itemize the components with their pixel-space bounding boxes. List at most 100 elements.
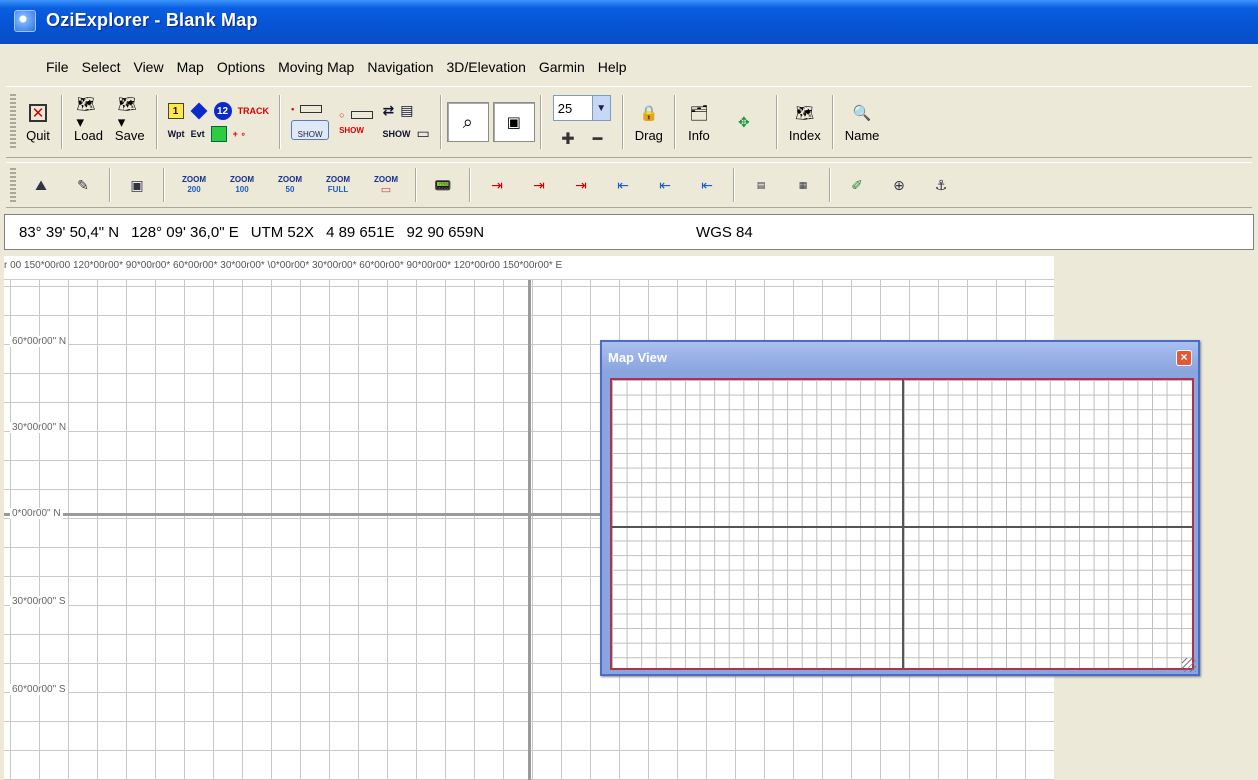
zoom-in-icon[interactable]: ✚ [561,129,574,149]
track-bar-icon[interactable] [300,105,323,113]
toolbar-separator [415,168,417,202]
gps-device-icon[interactable]: 📟 [431,174,455,196]
menu-select[interactable]: Select [82,59,121,75]
zoom-select[interactable]: 25 ▼ [552,95,611,121]
quit-button[interactable]: ✕ Quit [20,92,56,152]
menu-3d-elevation[interactable]: 3D/Elevation [446,59,525,75]
toolbar-separator [61,95,63,149]
point-bar-icon[interactable] [350,110,373,119]
window-title: OziExplorer - Blank Map [46,10,258,30]
find-button[interactable]: ⌕ [446,102,489,142]
load-button[interactable]: 🗺▾ Load [68,92,109,152]
toolbar-grip[interactable] [10,94,16,150]
coordinate-bar: 83° 39' 50,4" N 128° 09' 36,0" E UTM 52X… [4,214,1254,250]
lat-label-60n: 60*00r00" N [10,336,69,347]
map-view-titlebar[interactable]: Map View × [602,342,1198,372]
map-view-icon: ▣ [506,114,521,131]
zoom-rect-button[interactable]: ZOOM ▭ [362,175,410,196]
track-label[interactable]: TRACK [238,106,270,116]
save-label: Save [114,127,145,143]
secondary-toolbar: ⛰ ✎ ▣ ZOOM 200 ZOOM 100 ZOOM 50 ZOOM FULL ZO… [6,162,1252,208]
lat-label-0n: 0*00r00" N [10,508,63,519]
title-bar[interactable]: OziExplorer - Blank Map [0,0,1258,44]
latitude-readout: 83° 39' 50,4" N [19,223,120,241]
app-icon[interactable] [14,10,36,32]
map-view-canvas[interactable] [610,378,1194,670]
drag-button[interactable]: 🔒 Drag [629,92,669,152]
map-window-icon[interactable]: ▣ [125,174,149,196]
zoom-50-label: ZOOM [278,175,302,184]
zoom-value: 25 [557,100,573,116]
lat-label-30n: 30*00r00" N [10,422,69,433]
menu-file[interactable]: File [46,59,69,75]
crosshair-icon[interactable]: ⊕ [887,174,911,196]
save-button[interactable]: 🗺▾ Save [109,92,151,152]
zoom-50-button[interactable]: ZOOM 50 [266,175,314,195]
show-track-button[interactable]: SHOW [291,120,330,140]
route-edit-icon[interactable]: ▤ [400,102,413,119]
calibrate-icon[interactable]: ⛰ [29,174,53,196]
index-button[interactable]: 🗺 Index [783,92,827,152]
name-button[interactable]: 🔍 Name [839,92,886,152]
menu-view[interactable]: View [133,59,163,75]
toolbar-separator [673,95,676,149]
menu-moving-map[interactable]: Moving Map [278,59,354,75]
map-view-meridian [902,380,904,668]
wpt-label[interactable]: Wpt [168,129,185,139]
waypoint-icon[interactable]: 1 [167,103,184,119]
menu-map[interactable]: Map [177,59,204,75]
pan-button[interactable]: ✥ [717,92,771,152]
resize-grip-icon[interactable] [1182,658,1196,672]
info-label: Info [688,127,710,143]
gps-upload-tracks-icon[interactable]: ⇥ [569,174,593,196]
anchor-icon[interactable]: ⚓ [929,174,953,196]
toolbar-grip[interactable] [10,168,16,202]
zoom-100-button[interactable]: ZOOM 100 [218,175,266,195]
show-points-label[interactable]: SHOW [339,126,364,135]
nmea-sim-icon[interactable]: ▤ [749,174,773,196]
route-icon[interactable]: ⇄ [383,102,395,119]
zoom-200-button[interactable]: ZOOM 200 [170,175,218,195]
toolbar-separator [539,95,542,149]
map-view-equator [612,526,1192,528]
menu-bar: File Select View Map Options Moving Map … [0,52,1258,82]
track-point-icon[interactable]: + ∘ [233,129,246,140]
gps-download-routes-icon[interactable]: ⇤ [653,174,677,196]
info-icon: 🗂 [689,104,709,122]
route-range-icon[interactable]: ▭ [417,125,430,142]
close-icon[interactable]: × [1176,350,1192,366]
show-points-tools: ○ SHOW [334,110,377,135]
menu-navigation[interactable]: Navigation [367,59,433,75]
gps-download-waypoints-icon[interactable]: ⇤ [611,174,635,196]
toolbar-separator [733,168,735,202]
map-view-button[interactable]: ▣ [492,102,535,142]
oziexplorer-window: OziExplorer - Blank Map File Select View… [0,0,1258,780]
moving-map-icon[interactable]: ▦ [791,174,815,196]
main-toolbar: ✕ Quit 🗺▾ Load 🗺▾ Save 1 12 TRACK Wpt Ev… [6,86,1252,158]
menu-options[interactable]: Options [217,59,265,75]
chevron-down-icon[interactable]: ▼ [591,96,610,120]
gps-upload-routes-icon[interactable]: ⇥ [527,174,551,196]
gps-upload-waypoints-icon[interactable]: ⇥ [485,174,509,196]
route-show-icon[interactable]: SHOW [383,129,411,139]
zoom-out-icon[interactable]: ━ [593,129,603,149]
route-number-icon[interactable]: 12 [213,102,232,120]
zoom-100-label: ZOOM [230,175,254,184]
toolbar-separator [439,95,442,149]
menu-help[interactable]: Help [598,59,627,75]
evt-label[interactable]: Evt [191,129,205,139]
zoom-200-value: 200 [187,185,201,194]
pen-icon[interactable]: ✐ [845,174,869,196]
map-view-window[interactable]: Map View × [600,340,1200,676]
index-icon: 🗺 [795,104,815,122]
lat-label-30s: 30*00r00" S [10,596,68,607]
event-icon[interactable] [190,102,208,120]
toolbar-separator [155,95,158,149]
menu-garmin[interactable]: Garmin [539,59,585,75]
info-button[interactable]: 🗂 Info [681,92,717,152]
zoom-full-button[interactable]: ZOOM FULL [314,175,362,195]
map-tools-icon[interactable]: ✎ [71,174,95,196]
zoom-full-value: FULL [327,185,349,194]
gps-download-tracks-icon[interactable]: ⇤ [695,174,719,196]
green-box-icon[interactable] [210,126,227,142]
